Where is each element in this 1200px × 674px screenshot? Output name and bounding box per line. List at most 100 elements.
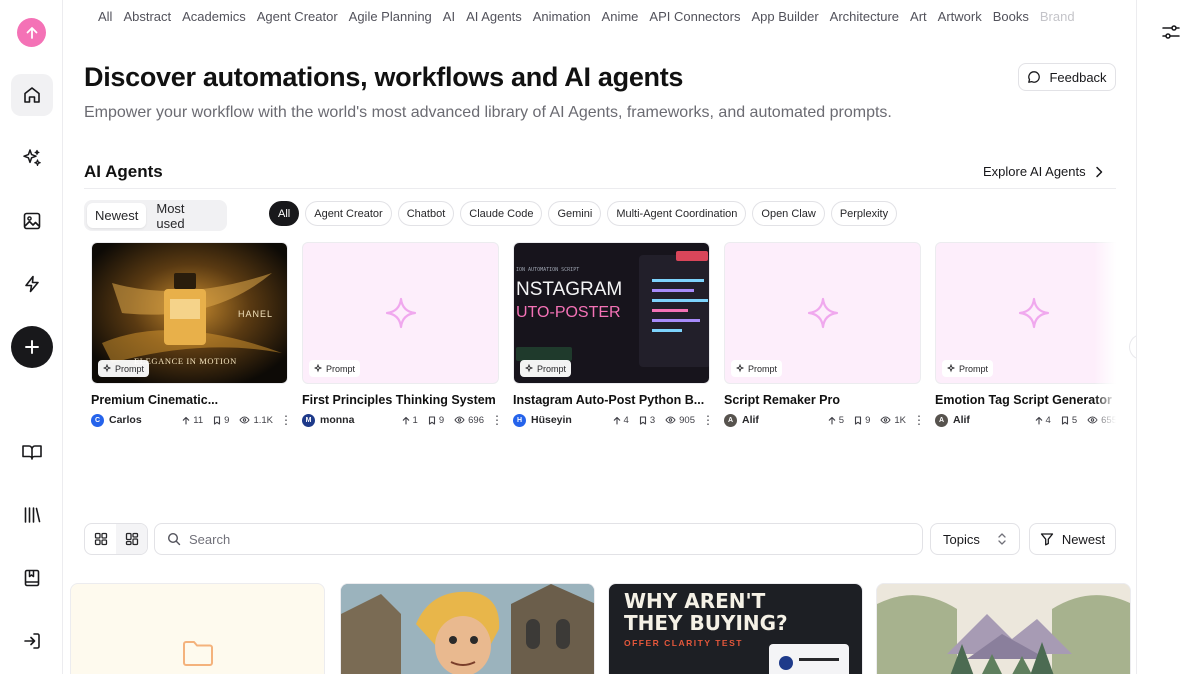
author-name[interactable]: monna [320, 414, 402, 426]
tag-filter[interactable]: Gemini [548, 201, 602, 226]
agent-card-thumbnail[interactable]: Prompt [935, 242, 1116, 384]
author-name[interactable]: Alif [742, 414, 828, 426]
agent-card-title[interactable]: First Principles Thinking System [302, 393, 499, 407]
right-sidebar [1136, 0, 1200, 674]
agent-card-thumbnail[interactable]: HANEL ELEGANCE IN MOTION Prompt [91, 242, 288, 384]
category-link[interactable]: All [98, 9, 112, 27]
tag-filter[interactable]: Open Claw [752, 201, 825, 226]
agent-card[interactable]: Prompt Script Remaker Pro A Alif 5 9 1K ⋮ [724, 242, 925, 428]
avatar[interactable]: A [724, 413, 737, 427]
feedback-button[interactable]: Feedback [1018, 63, 1116, 91]
page-subtitle: Empower your workflow with the world's m… [84, 104, 892, 121]
prompt-badge: Prompt [520, 360, 572, 377]
agent-card-thumbnail[interactable]: Prompt [302, 242, 499, 384]
tag-filter[interactable]: Claude Code [460, 201, 543, 226]
avatar[interactable]: A [935, 413, 948, 427]
poster-headline-1: WHY AREN'T [624, 589, 766, 613]
svg-text:ELEGANCE IN MOTION: ELEGANCE IN MOTION [134, 356, 237, 366]
more-options-icon[interactable]: ⋮ [280, 413, 292, 427]
view-count: 905 [679, 414, 695, 426]
page-title: Discover automations, workflows and AI a… [84, 62, 684, 92]
masonry-view-button[interactable] [116, 524, 147, 554]
agent-card-thumbnail[interactable]: ION AUTOMATION SCRIPT NSTAGRAM UTO-POSTER P… [513, 242, 710, 384]
agent-card-stats: 11 9 1.1K [182, 415, 273, 426]
left-sidebar [0, 0, 63, 674]
category-link[interactable]: Agile Planning [349, 9, 432, 27]
avatar[interactable]: C [91, 413, 104, 427]
author-name[interactable]: Hüseyin [531, 414, 613, 426]
category-link[interactable]: API Connectors [649, 9, 740, 27]
more-options-icon[interactable]: ⋮ [702, 413, 714, 427]
sidebar-login-button[interactable] [11, 620, 53, 662]
topics-select[interactable]: Topics [930, 523, 1020, 555]
sidebar-images-button[interactable] [11, 200, 53, 242]
agent-card-title[interactable]: Instagram Auto-Post Python B... [513, 393, 710, 407]
sidebar-automations-button[interactable] [11, 263, 53, 305]
category-link[interactable]: Brand [1040, 9, 1075, 27]
grid-card-poster[interactable]: WHY AREN'T THEY BUYING? OFFER CLARITY TE… [608, 583, 863, 674]
library-icon [24, 507, 41, 523]
agent-card[interactable]: ION AUTOMATION SCRIPT NSTAGRAM UTO-POSTER P… [513, 242, 714, 428]
category-link[interactable]: Animation [533, 9, 591, 27]
svg-text:ION AUTOMATION SCRIPT: ION AUTOMATION SCRIPT [516, 267, 579, 273]
category-link[interactable]: Art [910, 9, 927, 27]
grid-card-illustration[interactable] [340, 583, 595, 674]
category-link[interactable]: App Builder [751, 9, 818, 27]
agent-card-title[interactable]: Emotion Tag Script Generator [935, 393, 1116, 407]
bookmark-icon [639, 415, 646, 425]
topics-label: Topics [943, 531, 980, 547]
sidebar-create-button[interactable] [11, 326, 53, 368]
sort-option-newest[interactable]: Newest [87, 203, 147, 228]
sort-option-most-used[interactable]: Most used [148, 201, 224, 231]
category-link[interactable]: Abstract [123, 9, 171, 27]
category-link[interactable]: AI [443, 9, 455, 27]
sort-filter-button[interactable]: Newest [1029, 523, 1116, 555]
sidebar-sparkles-button[interactable] [11, 137, 53, 179]
author-name[interactable]: Carlos [109, 414, 182, 426]
tag-filter[interactable]: Chatbot [397, 201, 455, 226]
category-link[interactable]: Architecture [830, 9, 899, 27]
upvote-arrow-icon [613, 416, 620, 425]
more-options-icon[interactable]: ⋮ [491, 413, 503, 427]
grid-card-folder[interactable] [70, 583, 325, 674]
category-link[interactable]: Agent Creator [257, 9, 338, 27]
sidebar-guides-button[interactable] [11, 431, 53, 473]
explore-ai-agents-link[interactable]: Explore AI Agents [983, 164, 1103, 179]
agent-card[interactable]: HANEL ELEGANCE IN MOTION Prompt Premium Cin… [91, 242, 292, 428]
category-link[interactable]: AI Agents [466, 9, 522, 27]
svg-text:NSTAGRAM: NSTAGRAM [516, 279, 622, 300]
tag-filter[interactable]: Multi-Agent Coordination [607, 201, 747, 226]
agent-card-stats: 5 9 1K [828, 415, 906, 426]
agent-card[interactable]: Prompt First Principles Thinking System Mm… [302, 242, 503, 428]
carousel-scroll-right[interactable] [1129, 334, 1136, 360]
app-logo[interactable] [17, 18, 46, 47]
upvote-count: 5 [838, 414, 845, 426]
category-link[interactable]: Artwork [938, 9, 982, 27]
category-link[interactable]: Books [993, 9, 1029, 27]
prompt-grid: WHY AREN'T THEY BUYING? OFFER CLARITY TE… [70, 583, 1136, 674]
avatar[interactable]: H [513, 413, 526, 427]
tag-filter[interactable]: Agent Creator [305, 201, 392, 226]
search-input[interactable] [189, 531, 889, 547]
author-name[interactable]: Alif [953, 414, 1035, 426]
avatar[interactable]: M [302, 413, 315, 427]
tag-filter[interactable]: All [269, 201, 300, 226]
sidebar-library-button[interactable] [11, 494, 53, 536]
filter-panel-toggle[interactable] [1159, 20, 1183, 44]
upvote-arrow-icon [183, 416, 190, 425]
agent-card-title[interactable]: Premium Cinematic... [91, 393, 288, 407]
grid-view-button[interactable] [85, 524, 116, 554]
agent-card[interactable]: Prompt Emotion Tag Script Generator A Alif 4… [935, 242, 1116, 428]
grid-card-papercut[interactable] [876, 583, 1131, 674]
category-link[interactable]: Anime [602, 9, 639, 27]
bookmark-icon [855, 415, 862, 425]
sidebar-bookmarks-button[interactable] [11, 557, 53, 599]
category-link[interactable]: Academics [182, 9, 246, 27]
agent-card-title[interactable]: Script Remaker Pro [724, 393, 921, 407]
view-mode-toggle [84, 523, 148, 555]
tag-filter[interactable]: Perplexity [830, 201, 898, 226]
sidebar-home-button[interactable] [11, 74, 53, 116]
more-options-icon[interactable]: ⋮ [913, 413, 925, 427]
carousel-scroll-left[interactable] [67, 338, 73, 360]
agent-card-thumbnail[interactable]: Prompt [724, 242, 921, 384]
